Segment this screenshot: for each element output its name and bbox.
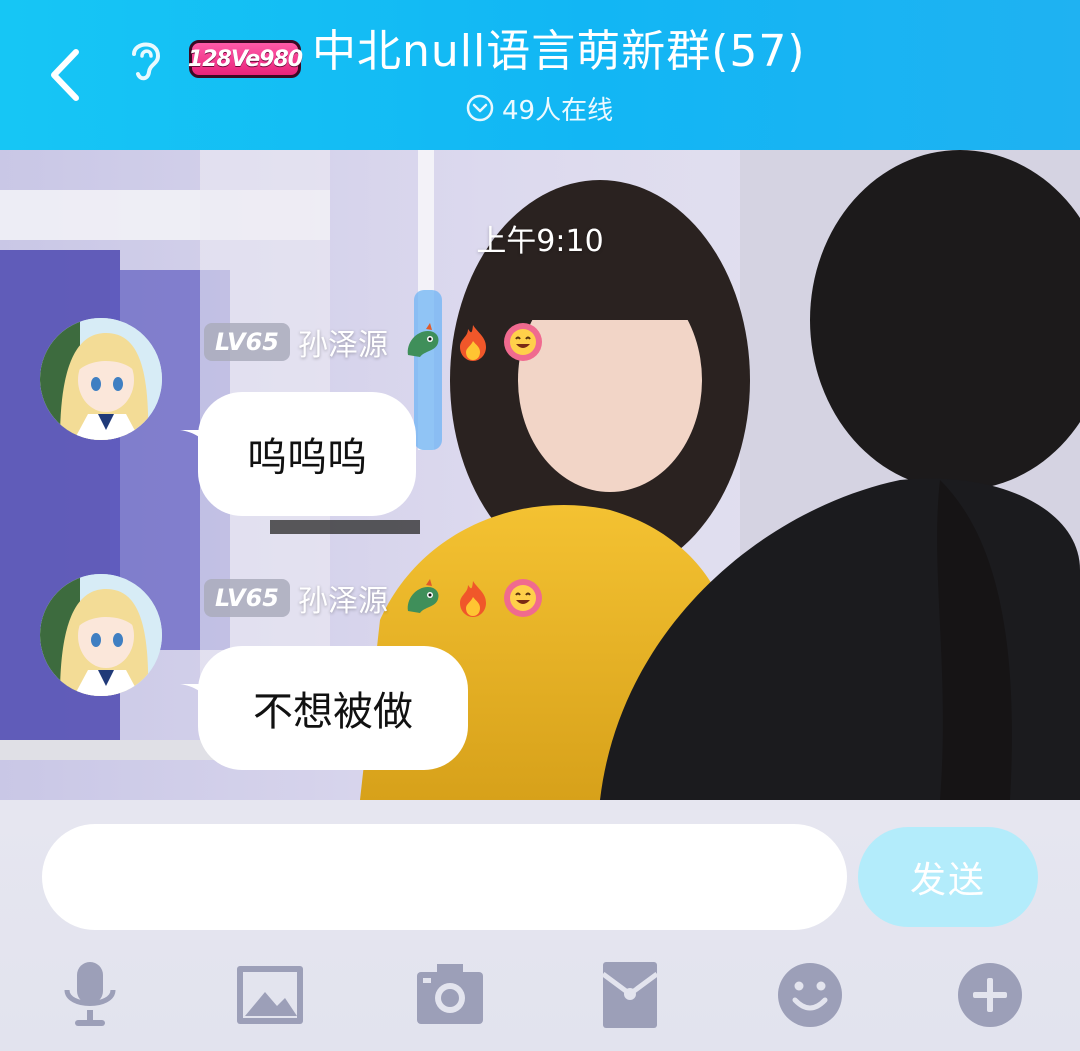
anime-avatar-image xyxy=(40,318,162,440)
sender-name[interactable]: 孙泽源 xyxy=(298,576,388,620)
message-input[interactable] xyxy=(42,824,847,930)
dragon-icon xyxy=(407,323,439,357)
message-timestamp: 上午9:10 xyxy=(476,224,604,259)
sender-name[interactable]: 孙泽源 xyxy=(298,320,388,364)
member-level-badge: LV65 xyxy=(204,323,290,361)
online-count: 49人在线 xyxy=(502,95,614,126)
chevron-down-circle-icon xyxy=(466,94,494,122)
send-button[interactable]: 发送 xyxy=(858,827,1038,927)
message-bubble[interactable]: 不想被做 xyxy=(198,646,468,770)
fire-icon xyxy=(460,581,486,617)
camera-icon[interactable] xyxy=(415,960,485,1030)
sender-avatar[interactable] xyxy=(40,318,162,440)
flower-smile-icon xyxy=(504,579,542,617)
ear-icon[interactable] xyxy=(124,34,168,84)
chat-area[interactable]: 上午9:10 LV65 孙泽源 呜呜呜 LV65 孙泽源 不想被做 xyxy=(0,150,1080,800)
plus-icon[interactable] xyxy=(955,960,1025,1030)
flower-smile-icon xyxy=(504,323,542,361)
group-level-badge: 128Ve980 xyxy=(188,40,303,78)
online-status[interactable]: 49人在线 xyxy=(466,90,613,126)
member-level-badge: LV65 xyxy=(204,579,290,617)
dragon-icon xyxy=(407,579,439,613)
red-packet-icon[interactable] xyxy=(595,960,665,1030)
group-title[interactable]: 中北null语言萌新群(57) xyxy=(312,22,806,82)
sender-avatar[interactable] xyxy=(40,574,162,696)
back-button[interactable] xyxy=(40,40,96,110)
microphone-icon[interactable] xyxy=(55,960,125,1030)
anime-avatar-image xyxy=(40,574,162,696)
message-header: LV65 孙泽源 xyxy=(204,320,544,364)
emoji-icon[interactable] xyxy=(775,960,845,1030)
message-header: LV65 孙泽源 xyxy=(204,576,544,620)
image-icon[interactable] xyxy=(235,960,305,1030)
fire-icon xyxy=(460,325,486,361)
chevron-left-icon xyxy=(51,49,79,101)
message-bubble[interactable]: 呜呜呜 xyxy=(198,392,416,516)
input-area: 发送 xyxy=(0,800,1080,1051)
chat-header: 128Ve980 中北null语言萌新群(57) 49人在线 xyxy=(0,0,1080,150)
